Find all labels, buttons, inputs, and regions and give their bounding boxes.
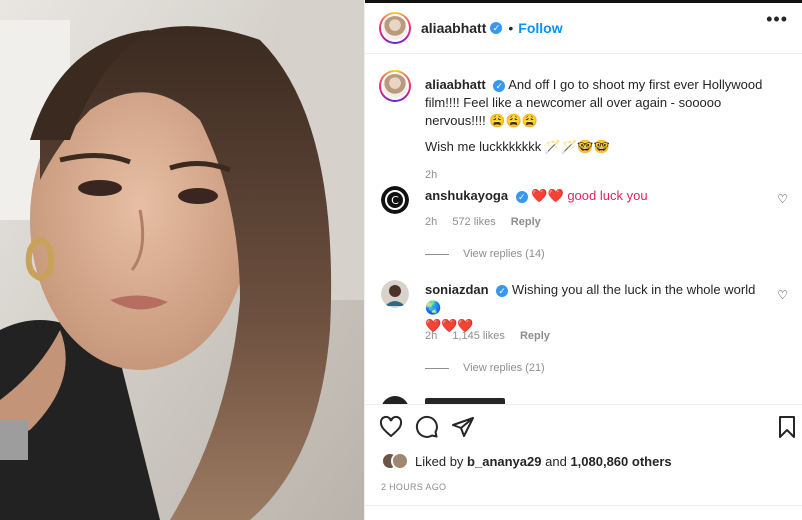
commenter-avatar[interactable] [381,280,409,308]
reply-button[interactable]: Reply [511,216,541,228]
comment-item: soniazdan ✓ Wishing you all the luck in … [379,280,788,374]
comment-username[interactable]: anshukayoga [425,188,508,203]
verified-icon: ✓ [493,79,506,92]
comment-item-partial [379,394,788,404]
comment-body: ❤️❤️ good luck you [531,188,648,203]
caption-username[interactable]: aliaabhatt [425,77,486,92]
bookmark-icon[interactable] [775,415,799,439]
comment-box-border [365,505,802,506]
caption-avatar[interactable] [379,70,411,102]
caption-line2: Wish me luckkkkkkk 🪄🪄🤓🤓 [425,139,610,154]
like-comment-heart-icon[interactable]: ♡ [777,288,788,302]
comment-meta: 2h 572 likes Reply [425,216,553,228]
heart-icon[interactable] [379,415,403,439]
comment-time: 2h [425,330,438,342]
comment-meta: 2h 1,145 likes Reply [425,330,562,342]
comment-text: soniazdan ✓ Wishing you all the luck in … [425,281,768,335]
view-replies-button[interactable]: View replies (14) [425,248,545,260]
more-icon[interactable]: ••• [766,9,788,30]
liker-username[interactable]: b_ananya29 [467,454,541,469]
comment-text: anshukayoga ✓ ❤️❤️ good luck you [425,187,768,205]
post-photo[interactable] [0,0,364,520]
caption-text: aliaabhatt ✓ And off I go to shoot my fi… [425,76,768,130]
author-avatar[interactable] [379,12,411,44]
post-header: aliaabhatt ✓ • Follow ••• [365,3,802,54]
caption: aliaabhatt ✓ And off I go to shoot my fi… [379,70,788,181]
comment-icon[interactable] [415,415,439,439]
svg-text:C: C [391,194,399,207]
liked-by-and: and [545,453,567,469]
separator-dot: • [508,20,514,36]
likes-count[interactable]: 1,080,860 others [570,454,671,469]
comment-time: 2h [425,216,438,228]
verified-icon: ✓ [496,284,509,297]
comments-list[interactable]: aliaabhatt ✓ And off I go to shoot my fi… [365,54,802,404]
commenter-avatar[interactable] [381,396,409,404]
verified-icon: ✓ [490,22,503,34]
reply-button[interactable]: Reply [520,330,550,342]
liked-by-label: Liked by [415,453,464,469]
like-comment-heart-icon[interactable]: ♡ [777,192,788,206]
verified-icon: ✓ [515,190,528,203]
share-icon[interactable] [451,415,475,439]
post-timestamp[interactable]: 2 HOURS AGO [381,482,446,492]
follow-button[interactable]: Follow [518,20,562,36]
post-side-panel: aliaabhatt ✓ • Follow ••• aliaabhatt ✓ A… [364,0,802,520]
commenter-avatar[interactable]: C [381,186,409,214]
likes-summary: Liked by b_ananya29 and 1,080,860 others [381,452,672,470]
caption-time: 2h [425,169,438,181]
view-replies-button[interactable]: View replies (21) [425,362,545,374]
comment-likes[interactable]: 1,145 likes [452,330,505,342]
post-actions [365,404,802,449]
comment-username[interactable]: soniazdan [425,282,489,297]
selfie-image [0,0,364,520]
comment-likes[interactable]: 572 likes [452,216,495,228]
comment-item: C anshukayoga ✓ ❤️❤️ good luck you ♡ 2h … [379,186,788,266]
author-username[interactable]: aliaabhatt [421,20,486,36]
liker-avatar[interactable] [391,452,409,470]
